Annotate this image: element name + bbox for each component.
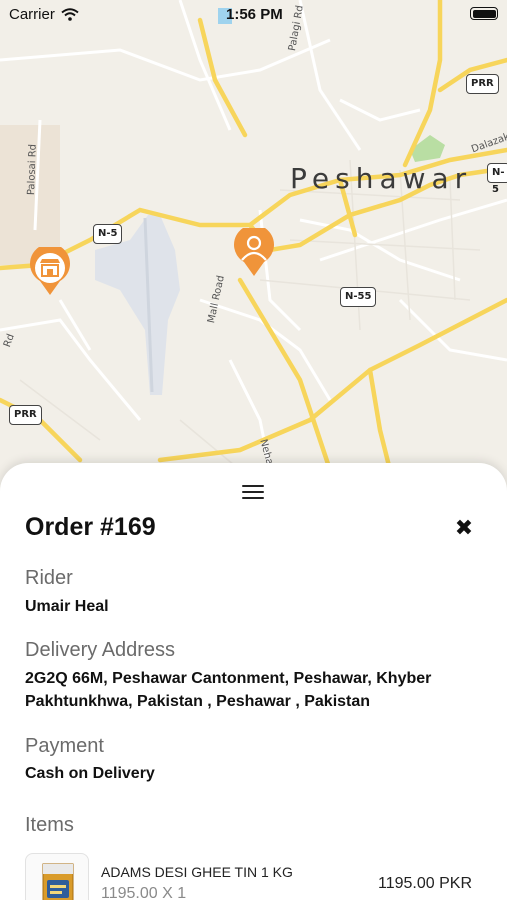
wifi-icon <box>61 8 79 21</box>
address-line-1: 2G2Q 66M, Peshawar Cantonment, Peshawar,… <box>25 670 432 687</box>
order-title: Order #169 <box>25 513 156 541</box>
item-quantity: 1195.00 X 1 <box>101 885 187 900</box>
product-image <box>42 863 74 900</box>
carrier-group: Carrier <box>9 6 79 23</box>
road-shield: N-55 <box>340 287 377 307</box>
item-name: ADAMS DESI GHEE TIN 1 KG <box>101 864 293 880</box>
close-button[interactable]: ✖ <box>449 513 479 543</box>
rider-label: Rider <box>25 567 73 589</box>
status-time: 1:56 PM <box>226 6 283 23</box>
items-label: Items <box>25 814 74 836</box>
item-price: 1195.00 PKR <box>378 875 472 892</box>
rider-name: Umair Heal <box>25 598 109 615</box>
road-shield: N-5 <box>487 163 507 195</box>
item-thumbnail <box>25 853 89 900</box>
menu-icon[interactable] <box>242 485 264 503</box>
road-shield: PRR <box>9 405 42 425</box>
city-label: Peshawar <box>290 162 473 195</box>
map-view[interactable]: Peshawar N-5 N-55 PRR PRR N-5 Palosai Rd… <box>0 0 507 520</box>
person-icon <box>234 228 274 276</box>
payment-label: Payment <box>25 735 104 757</box>
battery-icon <box>470 7 498 20</box>
store-icon <box>30 247 70 295</box>
carrier-label: Carrier <box>9 6 55 23</box>
road-shield: N-5 <box>93 224 123 244</box>
rider-pin[interactable] <box>232 228 276 278</box>
road-shield: PRR <box>466 74 499 94</box>
address-line-2: Pakhtunkhwa, Pakistan , Peshawar , Pakis… <box>25 693 371 710</box>
status-bar: Carrier 1:56 PM <box>0 0 507 30</box>
close-icon: ✖ <box>454 515 474 540</box>
order-details-sheet: Order #169 ✖ Rider Umair Heal Delivery A… <box>0 463 507 900</box>
store-pin[interactable] <box>28 247 72 297</box>
address-label: Delivery Address <box>25 639 176 661</box>
payment-value: Cash on Delivery <box>25 765 155 782</box>
road-name: Palosai Rd <box>26 143 39 196</box>
